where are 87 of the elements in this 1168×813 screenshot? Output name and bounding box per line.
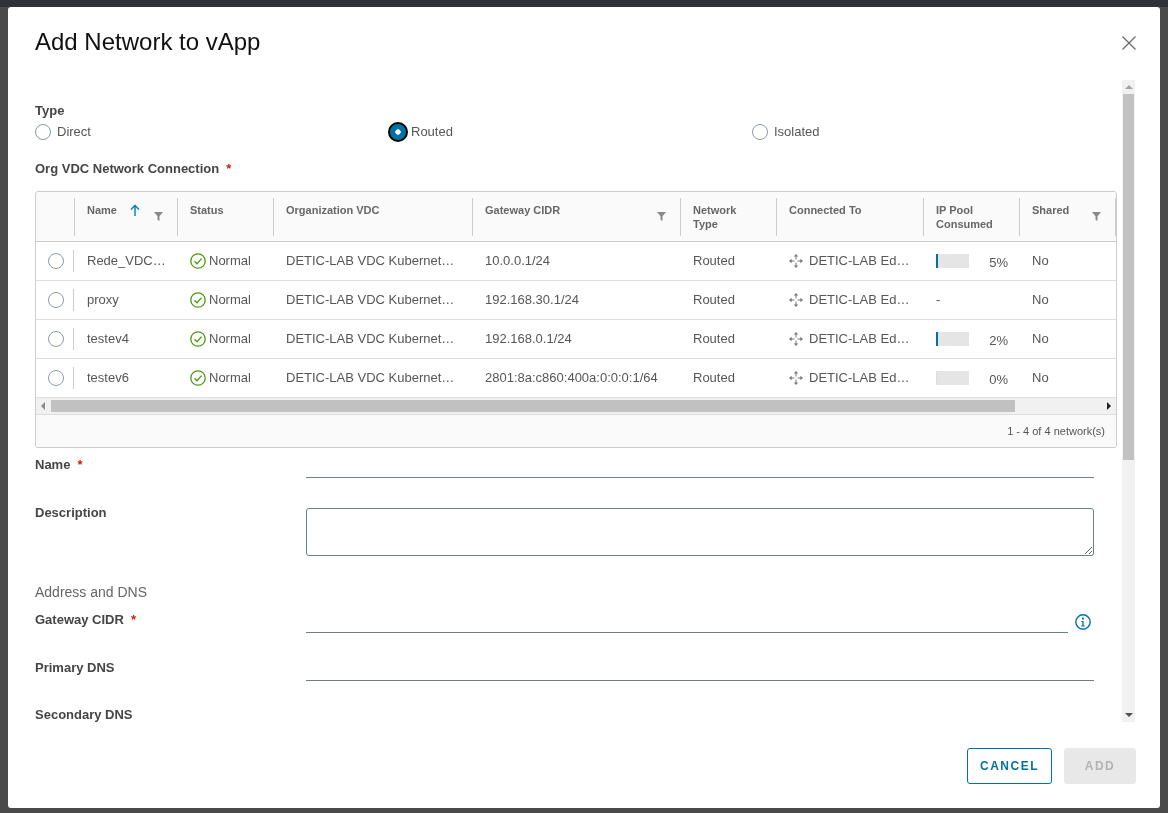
status-text: Normal (209, 330, 251, 348)
org-vdc-name: DETIC-LAB VDC Kubernet… (286, 252, 455, 270)
network-name: Rede_VDC… (87, 252, 166, 270)
field-label: Org VDC Network Connection (35, 160, 220, 178)
gateway-name[interactable]: DETIC-LAB Ed… (809, 252, 910, 270)
caret-left-icon[interactable] (41, 402, 45, 410)
gateway-name[interactable]: DETIC-LAB Ed… (809, 369, 910, 387)
network-name: testev4 (87, 330, 129, 348)
scrollbar-thumb[interactable] (1123, 94, 1134, 460)
gateway-name[interactable]: DETIC-LAB Ed… (809, 330, 910, 348)
org-vdc-name: DETIC-LAB VDC Kubernet… (286, 291, 455, 309)
section-heading: Address and DNS (35, 583, 149, 602)
status-text: Normal (209, 291, 251, 309)
radio-button[interactable] (388, 122, 408, 142)
filter-icon[interactable] (657, 212, 666, 221)
pagination-count: 1 - 4 of 4 network(s) (1007, 425, 1105, 437)
row-radio[interactable] (48, 292, 64, 308)
column-header[interactable]: Shared (1032, 203, 1070, 217)
check-circle-icon (190, 292, 206, 308)
horizontal-scrollbar[interactable] (36, 398, 1116, 414)
column-header[interactable]: Network Type (693, 203, 762, 231)
gateway-cidr: 192.168.30.1/24 (485, 291, 579, 309)
four-arrows-icon (789, 293, 803, 307)
required-asterisk: * (130, 611, 136, 629)
org-vdc-name: DETIC-LAB VDC Kubernet… (286, 330, 455, 348)
check-circle-icon (190, 370, 206, 386)
radio-button[interactable] (752, 124, 768, 140)
column-header[interactable]: Name (87, 203, 117, 217)
network-name: testev6 (87, 369, 129, 387)
network-type: Routed (693, 369, 735, 387)
network-type: Routed (693, 330, 735, 348)
column-header[interactable]: Organization VDC (286, 203, 380, 217)
gateway-cidr: 2801:8a:c860:400a:0:0:0:1/64 (485, 369, 658, 387)
filter-icon[interactable] (154, 212, 163, 221)
required-asterisk: * (77, 456, 83, 474)
shared-value: No (1032, 252, 1049, 270)
field-label: Gateway CIDR (35, 611, 124, 629)
shared-value: No (1032, 330, 1049, 348)
dialog-title: Add Network to vApp (35, 28, 261, 56)
ip-pool-percent: 5% (989, 254, 1009, 272)
cancel-button[interactable]: CANCEL (967, 748, 1052, 784)
caret-right-icon[interactable] (1107, 402, 1111, 410)
gateway-name[interactable]: DETIC-LAB Ed… (809, 291, 910, 309)
ip-pool-percent: 2% (989, 332, 1009, 350)
row-radio[interactable] (48, 253, 64, 269)
field-label: Type (35, 102, 66, 120)
info-icon[interactable] (1075, 614, 1091, 630)
radio-label[interactable]: Routed (411, 123, 453, 141)
four-arrows-icon (789, 371, 803, 385)
status-text: Normal (209, 369, 251, 387)
radio-label[interactable]: Direct (57, 123, 91, 141)
status-text: Normal (209, 252, 251, 270)
check-circle-icon (190, 331, 206, 347)
caret-up-icon[interactable] (1124, 85, 1133, 89)
network-type: Routed (693, 291, 735, 309)
column-header[interactable]: IP Pool Consumed (936, 203, 1005, 231)
column-header[interactable]: Connected To (789, 203, 862, 217)
org-vdc-name: DETIC-LAB VDC Kubernet… (286, 369, 455, 387)
required-asterisk: * (226, 160, 232, 178)
ip-pool-value: - (936, 291, 941, 309)
network-name: proxy (87, 291, 119, 309)
field-label: Secondary DNS (35, 708, 133, 722)
gateway-cidr: 192.168.0.1/24 (485, 330, 572, 348)
sort-up-arrow-icon[interactable] (129, 204, 140, 216)
field-label: Primary DNS (35, 659, 115, 677)
close-icon[interactable] (1122, 36, 1136, 50)
vertical-scrollbar[interactable] (1122, 80, 1135, 722)
scrollbar-thumb[interactable] (51, 400, 1015, 412)
network-type: Routed (693, 252, 735, 270)
column-header[interactable]: Status (190, 203, 224, 217)
radio-button[interactable] (35, 124, 51, 140)
field-label: Name (35, 456, 71, 474)
check-circle-icon (190, 253, 206, 269)
shared-value: No (1032, 291, 1049, 309)
four-arrows-icon (789, 254, 803, 268)
ip-pool-percent: 0% (989, 371, 1009, 389)
radio-label[interactable]: Isolated (774, 123, 820, 141)
text-area[interactable] (306, 508, 1094, 556)
column-header[interactable]: Gateway CIDR (485, 203, 561, 217)
row-radio[interactable] (48, 331, 64, 347)
four-arrows-icon (789, 332, 803, 346)
gateway-cidr: 10.0.0.1/24 (485, 252, 551, 270)
filter-icon[interactable] (1092, 212, 1101, 221)
field-label: Description (35, 504, 107, 522)
row-radio[interactable] (48, 370, 64, 386)
shared-value: No (1032, 369, 1049, 387)
caret-down-icon[interactable] (1124, 713, 1133, 717)
